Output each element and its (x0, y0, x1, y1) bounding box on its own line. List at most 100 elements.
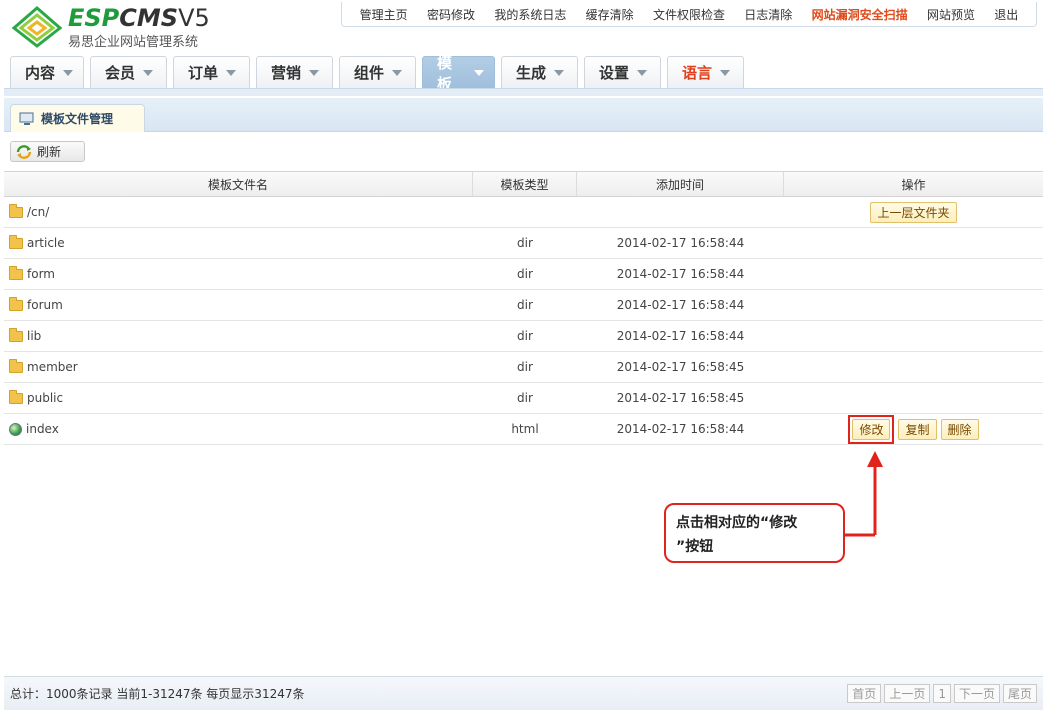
table-row: public dir 2014-02-17 16:58:45 (4, 383, 1043, 414)
logo-subtitle: 易思企业网站管理系统 (68, 35, 199, 50)
file-time: 2014-02-17 16:58:44 (616, 329, 745, 343)
menu-generate[interactable]: 生成 (501, 56, 578, 88)
file-type: dir (517, 267, 533, 281)
menu-language[interactable]: 语言 (667, 56, 744, 88)
file-time: 2014-02-17 16:58:44 (616, 236, 745, 250)
col-add-time: 添加时间 (577, 172, 784, 196)
sub-header: 模板文件管理 (4, 98, 1043, 132)
col-actions: 操作 (901, 177, 926, 192)
file-type: dir (517, 329, 533, 343)
table-row: article dir 2014-02-17 16:58:44 (4, 228, 1043, 259)
nav-my-log[interactable]: 我的系统日志 (494, 6, 566, 23)
file-name[interactable]: public (27, 391, 63, 405)
page-prev[interactable]: 上一页 (884, 684, 931, 703)
file-name[interactable]: member (27, 360, 78, 374)
file-type: dir (517, 236, 533, 250)
table-row: forum dir 2014-02-17 16:58:44 (4, 290, 1043, 321)
refresh-button[interactable]: 刷新 (10, 141, 85, 162)
file-name[interactable]: /cn/ (27, 205, 49, 219)
top-nav: 管理主页 密码修改 我的系统日志 缓存清除 文件权限检查 日志清除 网站漏洞安全… (341, 2, 1037, 27)
chevron-down-icon (226, 69, 237, 76)
logo: ESPCMSV5 易思企业网站管理系统 (10, 4, 240, 50)
main-menu: 内容 会员 订单 营销 组件 模板 生成 设置 语言 (10, 54, 744, 93)
nav-logout[interactable]: 退出 (994, 6, 1018, 23)
menu-component[interactable]: 组件 (339, 56, 416, 88)
table-row: lib dir 2014-02-17 16:58:44 (4, 321, 1043, 352)
menu-template[interactable]: 模板 (422, 54, 495, 93)
page-last[interactable]: 尾页 (1002, 684, 1037, 703)
folder-icon (9, 389, 23, 404)
annotation-arrow (842, 451, 883, 537)
chevron-down-icon (309, 69, 320, 76)
toolbar: 刷新 (4, 134, 1043, 170)
file-name[interactable]: form (27, 267, 55, 281)
app-window: ESPCMSV5 易思企业网站管理系统 管理主页 密码修改 我的系统日志 缓存清… (0, 0, 1047, 712)
nav-file-permission[interactable]: 文件权限检查 (653, 6, 725, 23)
monitor-icon (19, 112, 34, 125)
folder-icon (9, 327, 23, 342)
nav-admin-home[interactable]: 管理主页 (360, 6, 408, 23)
template-file-table: 模板文件名 模板类型 添加时间 操作 /cn/ 上一层文件夹 article d… (4, 171, 1043, 445)
file-time: 2014-02-17 16:58:45 (616, 360, 745, 374)
edit-highlight-box: 修改 (848, 414, 895, 444)
nav-clear-cache[interactable]: 缓存清除 (586, 6, 634, 23)
tab-template-file-manager[interactable]: 模板文件管理 (10, 104, 145, 132)
chevron-down-icon (392, 69, 403, 76)
refresh-icon (16, 144, 32, 159)
logo-wordmark: ESPCMSV5 (68, 4, 210, 32)
menu-member[interactable]: 会员 (90, 56, 167, 88)
folder-icon (9, 296, 23, 311)
chevron-down-icon (637, 69, 648, 76)
chevron-down-icon (143, 69, 154, 76)
table-row: form dir 2014-02-17 16:58:44 (4, 259, 1043, 290)
file-time: 2014-02-17 16:58:44 (616, 267, 745, 281)
file-time: 2014-02-17 16:58:44 (616, 422, 745, 436)
file-type: dir (517, 360, 533, 374)
col-type: 模板类型 (473, 172, 577, 196)
folder-icon (9, 265, 23, 280)
delete-button[interactable]: 删除 (940, 418, 979, 440)
nav-site-preview[interactable]: 网站预览 (927, 6, 975, 23)
chevron-down-icon (554, 69, 565, 76)
file-type: html (511, 422, 539, 436)
page-next[interactable]: 下一页 (953, 684, 1000, 703)
menu-settings[interactable]: 设置 (584, 56, 661, 88)
file-time: 2014-02-17 16:58:45 (616, 391, 745, 405)
page-first[interactable]: 首页 (847, 684, 882, 703)
nav-clear-log[interactable]: 日志清除 (744, 6, 792, 23)
table-row-file: index html 2014-02-17 16:58:44 修改 复制 删除 (4, 414, 1043, 445)
table-row-parent: /cn/ 上一层文件夹 (4, 197, 1043, 228)
col-file-name: 模板文件名 (4, 172, 473, 196)
file-name[interactable]: article (27, 236, 65, 250)
record-stats: 总计：1000条记录 当前1-31247条 每页显示31247条 (10, 687, 305, 701)
espcms-logo-icon (11, 6, 63, 48)
page-number[interactable]: 1 (933, 684, 951, 703)
table-row: member dir 2014-02-17 16:58:45 (4, 352, 1043, 383)
file-name[interactable]: forum (27, 298, 63, 312)
pagination: 首页 上一页 1 下一页 尾页 (847, 684, 1037, 703)
menu-divider (4, 88, 1043, 96)
folder-icon (9, 203, 23, 218)
edit-button[interactable]: 修改 (852, 418, 891, 440)
file-time: 2014-02-17 16:58:44 (616, 298, 745, 312)
file-name[interactable]: index (26, 422, 59, 436)
parent-folder-button[interactable]: 上一层文件夹 (870, 201, 957, 223)
tab-label: 模板文件管理 (41, 112, 114, 126)
folder-icon (9, 234, 23, 249)
file-type: dir (517, 391, 533, 405)
file-name[interactable]: lib (27, 329, 41, 343)
table-header: 模板文件名 模板类型 添加时间 操作 (4, 171, 1043, 197)
nav-security-scan[interactable]: 网站漏洞安全扫描 (812, 6, 908, 23)
file-type: dir (517, 298, 533, 312)
menu-marketing[interactable]: 营销 (256, 56, 333, 88)
chevron-down-icon (720, 69, 731, 76)
nav-change-password[interactable]: 密码修改 (427, 6, 475, 23)
menu-order[interactable]: 订单 (173, 56, 250, 88)
chevron-down-icon (63, 69, 73, 76)
menu-content[interactable]: 内容 (10, 56, 84, 88)
footer: 总计：1000条记录 当前1-31247条 每页显示31247条 首页 上一页 … (4, 676, 1043, 710)
copy-button[interactable]: 复制 (898, 418, 937, 440)
chevron-down-icon (474, 69, 484, 76)
globe-icon (9, 422, 22, 436)
folder-icon (9, 358, 23, 373)
